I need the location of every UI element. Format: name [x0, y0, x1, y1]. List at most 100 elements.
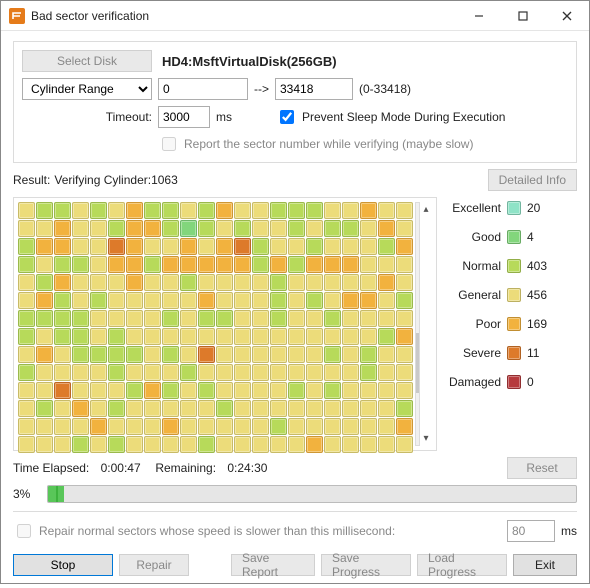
sector-cell — [360, 274, 377, 291]
sector-cell — [108, 202, 125, 219]
exit-button[interactable]: Exit — [513, 554, 577, 576]
prevent-sleep-checkbox[interactable]: Prevent Sleep Mode During Execution — [276, 107, 505, 127]
sector-cell — [72, 328, 89, 345]
sector-cell — [396, 238, 413, 255]
sector-cell — [378, 292, 395, 309]
sector-cell — [162, 364, 179, 381]
sector-cell — [180, 310, 197, 327]
sector-cell — [108, 418, 125, 435]
sector-cell — [90, 364, 107, 381]
sector-cell — [234, 274, 251, 291]
close-button[interactable] — [545, 1, 589, 31]
sector-cell — [108, 436, 125, 453]
sector-cell — [360, 346, 377, 363]
range-arrow: --> — [254, 82, 269, 96]
sector-cell — [90, 382, 107, 399]
sector-cell — [144, 418, 161, 435]
sector-cell — [396, 382, 413, 399]
sector-cell — [288, 346, 305, 363]
detailed-info-button[interactable]: Detailed Info — [488, 169, 577, 191]
sector-cell — [144, 328, 161, 345]
sector-cell — [162, 310, 179, 327]
sector-cell — [126, 400, 143, 417]
sector-cell — [306, 256, 323, 273]
sector-cell — [216, 346, 233, 363]
sector-cell — [198, 382, 215, 399]
repair-speed-checkbox[interactable]: Repair normal sectors whose speed is slo… — [13, 521, 395, 541]
sector-cell — [162, 202, 179, 219]
sector-cell — [162, 238, 179, 255]
sector-cell — [36, 346, 53, 363]
sector-cell — [180, 328, 197, 345]
sector-cell — [126, 220, 143, 237]
sector-cell — [90, 220, 107, 237]
sector-cell — [90, 328, 107, 345]
sector-cell — [126, 346, 143, 363]
sector-cell — [378, 274, 395, 291]
legend-swatch — [507, 317, 521, 331]
range-from-input[interactable] — [158, 78, 248, 100]
sector-cell — [198, 436, 215, 453]
timeout-input[interactable] — [158, 106, 210, 128]
sector-cell — [288, 400, 305, 417]
sector-cell — [18, 310, 35, 327]
range-to-input[interactable] — [275, 78, 353, 100]
sector-cell — [342, 256, 359, 273]
load-progress-button[interactable]: Load Progress — [417, 554, 507, 576]
maximize-button[interactable] — [501, 1, 545, 31]
sector-cell — [36, 220, 53, 237]
sector-cell — [360, 310, 377, 327]
sector-cell — [234, 292, 251, 309]
sector-cell — [180, 202, 197, 219]
sector-cell — [36, 310, 53, 327]
sector-cell — [162, 418, 179, 435]
sector-cell — [108, 364, 125, 381]
timeout-unit: ms — [216, 110, 232, 124]
select-disk-button[interactable]: Select Disk — [22, 50, 152, 72]
sector-cell — [306, 418, 323, 435]
sector-cell — [270, 202, 287, 219]
sector-cell — [306, 238, 323, 255]
window-title: Bad sector verification — [31, 9, 457, 23]
repair-ms-input[interactable] — [507, 520, 555, 542]
result-status: Verifying Cylinder:1063 — [54, 173, 177, 187]
sector-cell — [72, 382, 89, 399]
legend-row-damaged: Damaged0 — [447, 375, 577, 389]
sector-cell — [162, 328, 179, 345]
scroll-up-icon[interactable]: ▴ — [420, 204, 432, 215]
sector-cell — [162, 382, 179, 399]
sector-cell — [90, 292, 107, 309]
report-sector-checkbox[interactable]: Report the sector number while verifying… — [158, 134, 473, 154]
sector-cell — [54, 328, 71, 345]
sector-cell — [234, 220, 251, 237]
save-report-button[interactable]: Save Report — [231, 554, 315, 576]
sector-cell — [126, 310, 143, 327]
sector-cell — [360, 238, 377, 255]
sector-cell — [342, 382, 359, 399]
reset-button[interactable]: Reset — [507, 457, 577, 479]
sector-cell — [54, 364, 71, 381]
sector-cell — [342, 400, 359, 417]
sector-cell — [378, 328, 395, 345]
range-mode-select[interactable]: Cylinder Range — [22, 78, 152, 100]
save-progress-button[interactable]: Save Progress — [321, 554, 411, 576]
sector-cell — [270, 220, 287, 237]
sector-cell — [234, 436, 251, 453]
sector-cell — [90, 346, 107, 363]
stop-button[interactable]: Stop — [13, 554, 113, 576]
sector-cell — [144, 382, 161, 399]
minimize-button[interactable] — [457, 1, 501, 31]
sector-cell — [270, 364, 287, 381]
sector-cell — [216, 220, 233, 237]
grid-scrollbar[interactable] — [415, 202, 420, 446]
scroll-down-icon[interactable]: ▾ — [420, 433, 432, 444]
sector-cell — [18, 436, 35, 453]
legend-count: 403 — [527, 259, 555, 273]
sector-cell — [288, 220, 305, 237]
sector-cell — [144, 400, 161, 417]
repair-button[interactable]: Repair — [119, 554, 189, 576]
sector-cell — [108, 382, 125, 399]
sector-cell — [342, 418, 359, 435]
sector-cell — [288, 328, 305, 345]
legend-swatch — [507, 288, 521, 302]
